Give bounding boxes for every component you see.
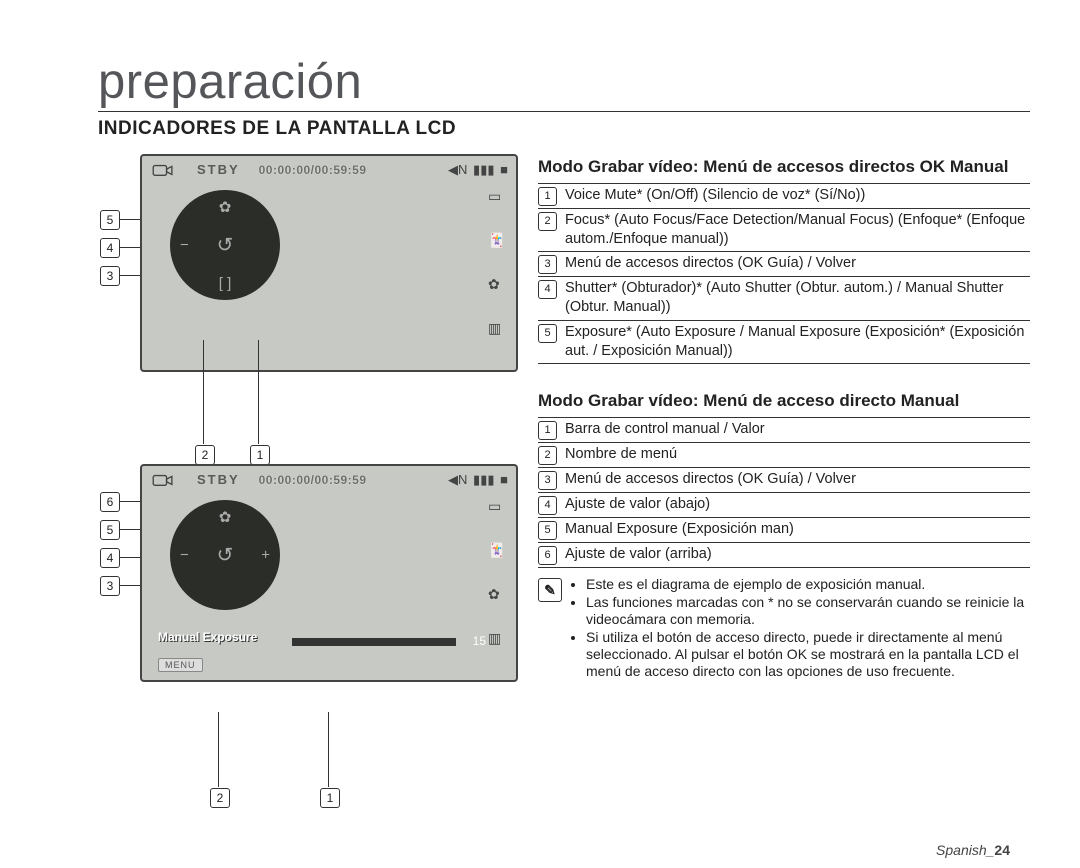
callout-6: 6 xyxy=(100,492,120,512)
callout-5: 5 xyxy=(100,520,120,540)
wheel-down-icon: [ ] xyxy=(219,275,232,292)
item-badge: 6 xyxy=(538,546,557,565)
item-badge: 3 xyxy=(538,471,557,490)
flower-icon: ✿ xyxy=(488,276,508,293)
item-text: Ajuste de valor (arriba) xyxy=(565,545,712,564)
wheel-center-icon: ↺ xyxy=(217,543,234,568)
callout-1: 1 xyxy=(320,788,340,808)
camera-icon xyxy=(152,162,174,178)
sound-icon: ◀N xyxy=(448,162,467,178)
status-text: STBY xyxy=(197,162,249,177)
menu-button: MENU xyxy=(158,658,203,672)
control-wheel: ✿ [ ] − ↺ xyxy=(170,190,280,300)
callout-5: 5 xyxy=(100,210,120,230)
item-badge: 4 xyxy=(538,496,557,515)
grid-icon: ▥ xyxy=(488,320,508,337)
control-wheel: ✿ − + ↺ xyxy=(170,500,280,610)
item-badge: 2 xyxy=(538,212,557,231)
wheel-left-icon: − xyxy=(180,547,189,564)
item-text: Barra de control manual / Valor xyxy=(565,420,765,439)
right-icon-column: ▭ 🃏 ✿ ▥ xyxy=(488,188,508,337)
wheel-up-icon: ✿ xyxy=(219,508,232,526)
flower-icon: ✿ xyxy=(488,586,508,603)
note-item: Las funciones marcadas con * no se conse… xyxy=(586,594,1030,628)
exposure-icon: ▭ xyxy=(488,188,508,205)
lcd-diagram-2: 6 5 4 3 STBY 00:00:00/00:59:59 xyxy=(100,464,530,744)
page-number: Spanish_24 xyxy=(936,842,1010,858)
list-2: 1 Barra de control manual / Valor 2 Nombre… xyxy=(538,418,1030,568)
wheel-right-icon: + xyxy=(261,547,270,564)
wheel-center-icon: ↺ xyxy=(217,233,234,258)
card-icon: ■ xyxy=(500,162,508,177)
value-number: 15 xyxy=(473,634,486,648)
sound-icon: ◀N xyxy=(448,472,467,488)
subhead-1: Modo Grabar vídeo: Menú de accesos direc… xyxy=(538,156,1030,178)
note-item: Si utiliza el botón de acceso directo, p… xyxy=(586,629,1030,680)
left-column: 5 4 3 STBY 00:00:00/00:59:59 ◀N ▮▮▮ xyxy=(50,140,530,756)
right-column: Modo Grabar vídeo: Menú de accesos direc… xyxy=(530,140,1030,756)
battery-icon: ▮▮▮ xyxy=(473,472,494,488)
item-badge: 5 xyxy=(538,324,557,343)
item-badge: 3 xyxy=(538,255,557,274)
callout-2: 2 xyxy=(195,445,215,465)
item-text: Menú de accesos directos (OK Guía) / Vol… xyxy=(565,470,856,489)
callout-4: 4 xyxy=(100,548,120,568)
item-text: Voice Mute* (On/Off) (Silencio de voz* (… xyxy=(565,186,865,205)
item-badge: 5 xyxy=(538,521,557,540)
item-text: Nombre de menú xyxy=(565,445,677,464)
callout-3: 3 xyxy=(100,266,120,286)
camera-icon xyxy=(152,472,174,488)
wheel-up-icon: ✿ xyxy=(219,198,232,216)
item-badge: 2 xyxy=(538,446,557,465)
callout-1: 1 xyxy=(250,445,270,465)
item-badge: 1 xyxy=(538,421,557,440)
manual-exposure-label: Manual Exposure xyxy=(158,630,257,644)
item-text: Menú de accesos directos (OK Guía) / Vol… xyxy=(565,254,856,273)
callout-4: 4 xyxy=(100,238,120,258)
lcd-diagram-1: 5 4 3 STBY 00:00:00/00:59:59 ◀N ▮▮▮ xyxy=(100,154,530,414)
item-text: Ajuste de valor (abajo) xyxy=(565,495,710,514)
page-title: preparación xyxy=(98,58,1030,112)
exposure-icon: ▭ xyxy=(488,498,508,515)
callout-3: 3 xyxy=(100,576,120,596)
item-text: Manual Exposure (Exposición man) xyxy=(565,520,794,539)
right-icon-column: ▭ 🃏 ✿ ▥ xyxy=(488,498,508,647)
card-icon: ■ xyxy=(500,472,508,487)
status-icons: ◀N ▮▮▮ ■ xyxy=(446,472,508,488)
wheel-left-icon: − xyxy=(180,237,189,254)
time-counter: 00:00:00/00:59:59 xyxy=(259,473,367,487)
item-text: Shutter* (Obturador)* (Auto Shutter (Obt… xyxy=(565,279,1030,317)
note-icon: ✎ xyxy=(538,578,562,602)
card-icon: 🃏 xyxy=(488,542,508,559)
subhead-2: Modo Grabar vídeo: Menú de acceso direct… xyxy=(538,390,1030,412)
grid-icon: ▥ xyxy=(488,630,508,647)
notes-box: ✎ Este es el diagrama de ejemplo de expo… xyxy=(538,576,1030,681)
callout-2: 2 xyxy=(210,788,230,808)
status-text: STBY xyxy=(197,472,249,487)
item-text: Focus* (Auto Focus/Face Detection/Manual… xyxy=(565,211,1030,249)
section-title: INDICADORES DE LA PANTALLA LCD xyxy=(98,118,1030,140)
item-text: Exposure* (Auto Exposure / Manual Exposu… xyxy=(565,323,1030,361)
battery-icon: ▮▮▮ xyxy=(473,162,494,178)
value-bar xyxy=(292,638,456,646)
card-icon: 🃏 xyxy=(488,232,508,249)
item-badge: 4 xyxy=(538,280,557,299)
item-badge: 1 xyxy=(538,187,557,206)
note-item: Este es el diagrama de ejemplo de exposi… xyxy=(586,576,1030,593)
list-1: 1 Voice Mute* (On/Off) (Silencio de voz* … xyxy=(538,184,1030,364)
time-counter: 00:00:00/00:59:59 xyxy=(259,163,367,177)
status-icons: ◀N ▮▮▮ ■ xyxy=(446,162,508,178)
